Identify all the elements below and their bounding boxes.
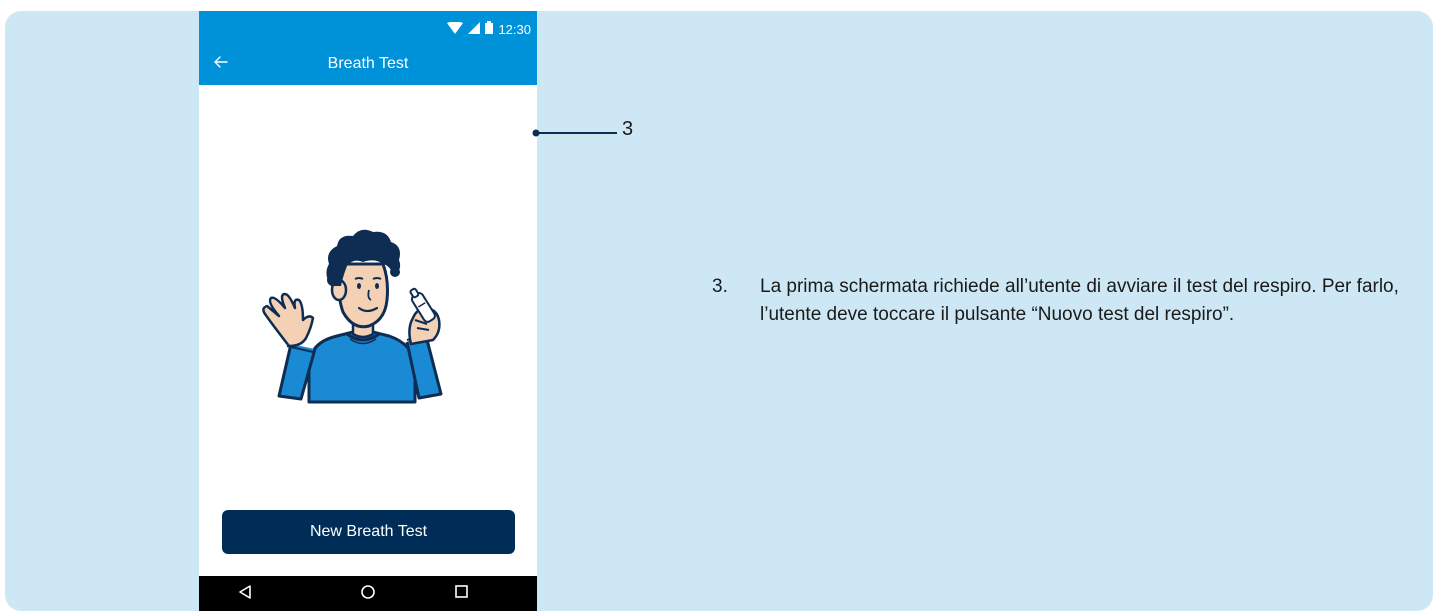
wifi-icon — [447, 21, 464, 37]
back-triangle-icon — [239, 584, 251, 604]
status-time: 12:30 — [498, 21, 531, 37]
person-illustration — [257, 224, 457, 409]
battery-icon — [485, 21, 494, 37]
nav-recents-button[interactable] — [450, 583, 472, 605]
callout-line — [532, 124, 617, 137]
new-breath-test-button[interactable]: New Breath Test — [222, 510, 515, 554]
nav-back-button[interactable] — [234, 583, 256, 605]
info-panel: 12:30 Breath Test New Breath Test 3 3. L… — [5, 11, 1433, 611]
nav-home-button[interactable] — [357, 583, 379, 605]
step-text: La prima schermata richiede all’utente d… — [760, 276, 1399, 325]
status-bar: 12:30 — [199, 11, 537, 44]
step-number: 3. — [712, 276, 728, 297]
app-bar: Breath Test — [199, 44, 537, 85]
signal-icon — [468, 21, 481, 37]
android-nav-bar — [199, 576, 537, 611]
step-description: 3. La prima schermata richiede all’utent… — [712, 273, 1402, 329]
callout-number: 3 — [622, 118, 634, 140]
phone-screen: 12:30 Breath Test New Breath Test — [199, 11, 537, 611]
home-circle-icon — [361, 584, 375, 604]
app-title: Breath Test — [327, 55, 409, 72]
recents-square-icon — [454, 585, 468, 603]
